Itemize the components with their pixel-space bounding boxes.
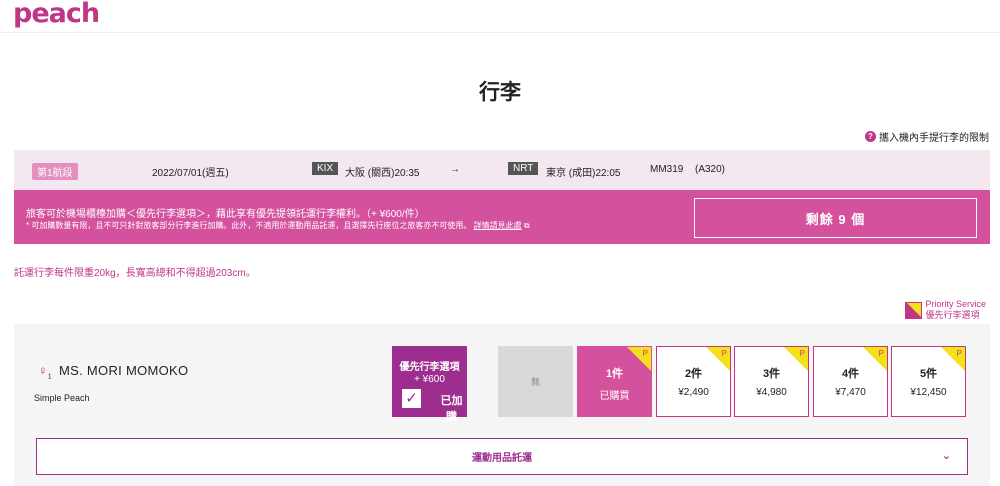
baggage-option-2[interactable]: P 2件 ¥2,490 <box>656 346 731 417</box>
question-icon: ? <box>865 131 876 142</box>
passenger-name: MS. MORI MOMOKO <box>59 363 189 378</box>
person-icon: ♀1 <box>38 363 52 381</box>
baggage-price: ¥2,490 <box>678 387 709 398</box>
fare-type: Simple Peach <box>34 393 90 403</box>
priority-option-title: 優先行李選項 <box>399 362 460 373</box>
remaining-count: 剩餘 9 個 <box>694 198 977 238</box>
priority-baggage-option[interactable]: 優先行李選項 + ¥600 ✓ 已加購 <box>392 346 467 423</box>
priority-p-icon: P <box>956 349 962 358</box>
carry-on-link-text: 攜入機內手提行李的限制 <box>879 133 989 144</box>
priority-p-icon: P <box>642 349 648 358</box>
priority-legend-en: Priority Service <box>925 299 986 309</box>
no-baggage-label: 無 <box>530 377 540 387</box>
peach-logo[interactable]: peach <box>13 0 100 29</box>
baggage-option-1[interactable]: P 1件 已購買 <box>577 346 652 417</box>
check-icon[interactable]: ✓ <box>402 389 421 408</box>
promo-text: 旅客可於機場櫃檯加購＜優先行李選項＞，藉此享有優先提領託運行李權利。（+ ¥60… <box>26 209 425 220</box>
priority-p-icon: P <box>878 349 884 358</box>
passenger-card: ♀1 MS. MORI MOMOKO Simple Peach 優先行李選項 +… <box>14 324 990 486</box>
no-baggage-option[interactable]: 無 <box>498 346 573 417</box>
promo-note-text: * 可加購數量有限，且不可只針對旅客部分行李進行加購。此外，不適用於運動用品託運… <box>26 221 472 230</box>
dest-time: 東京 (成田)22:05 <box>546 168 621 179</box>
baggage-price: ¥7,470 <box>835 387 866 398</box>
site-header: peach <box>0 0 1000 33</box>
carry-on-limit-link[interactable]: ? 攜入機內手提行李的限制 <box>865 129 989 144</box>
promo-note: * 可加購數量有限，且不可只針對旅客部分行李進行加購。此外，不適用於運動用品託運… <box>26 220 530 231</box>
origin-time: 大阪 (關西)20:35 <box>345 168 420 179</box>
baggage-option-5[interactable]: P 5件 ¥12,450 <box>891 346 966 417</box>
priority-option-price: + ¥600 <box>414 374 445 385</box>
dest-code: NRT <box>508 162 539 175</box>
flight-date: 2022/07/01(週五) <box>152 168 229 179</box>
baggage-price: ¥12,450 <box>910 387 947 398</box>
page-title: 行李 <box>479 81 521 104</box>
priority-p-icon: P <box>799 349 805 358</box>
priority-legend-icon <box>905 302 923 319</box>
baggage-weight-note: 託運行李每件限重20kg，長寬高總和不得超過203cm。 <box>14 268 256 279</box>
sports-equipment-label: 運動用品託運 <box>472 453 532 464</box>
segment-badge: 第1航段 <box>32 163 78 180</box>
baggage-option-4[interactable]: P 4件 ¥7,470 <box>813 346 888 417</box>
baggage-option-3[interactable]: P 3件 ¥4,980 <box>734 346 809 417</box>
external-link-icon: ⧉ <box>523 221 530 230</box>
priority-promo-banner: 旅客可於機場櫃檯加購＜優先行李選項＞，藉此享有優先提領託運行李權利。（+ ¥60… <box>14 190 990 244</box>
baggage-price: 已購買 <box>599 391 630 402</box>
sports-equipment-toggle[interactable]: 運動用品託運 ⌄ <box>36 438 968 475</box>
aircraft-type: (A320) <box>695 164 726 175</box>
priority-legend: Priority Service 優先行李選項 <box>905 299 986 321</box>
priority-legend-zh: 優先行李選項 <box>925 310 980 320</box>
priority-option-status: 已加購 <box>440 395 463 423</box>
route-arrow: → <box>450 164 460 175</box>
details-link[interactable]: 詳情請見此處 <box>474 221 522 230</box>
baggage-price: ¥4,980 <box>756 387 787 398</box>
chevron-down-icon: ⌄ <box>941 450 951 462</box>
origin-code: KIX <box>312 162 339 175</box>
flight-info-bar: 第1航段 2022/07/01(週五) KIX 大阪 (關西)20:35 → N… <box>14 150 990 190</box>
flight-number: MM319 <box>650 164 684 175</box>
priority-p-icon: P <box>721 349 727 358</box>
